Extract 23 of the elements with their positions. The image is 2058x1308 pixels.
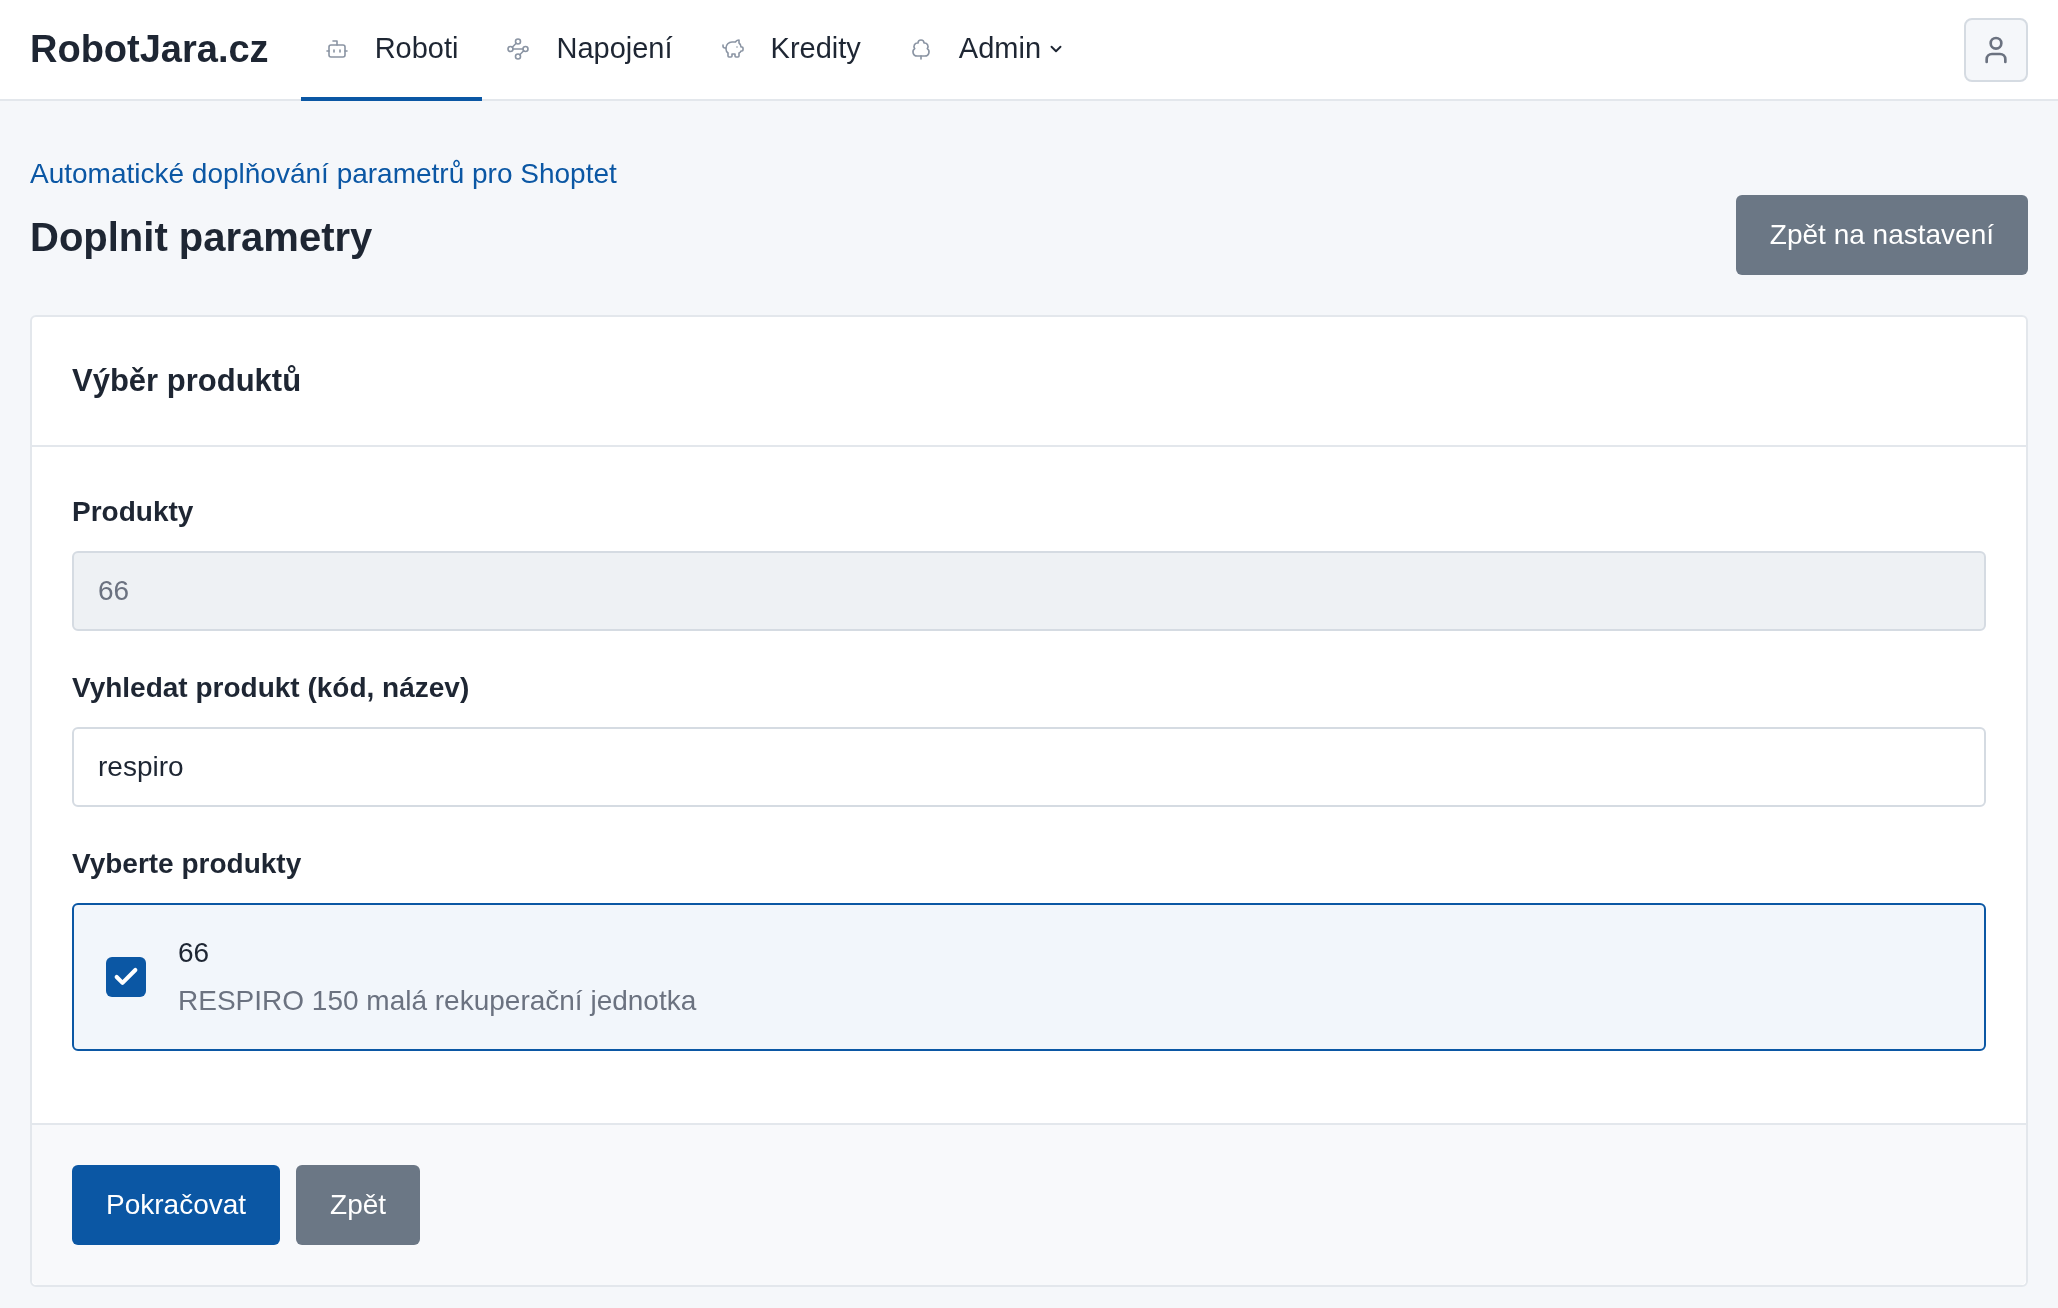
card-title: Výběr produktů bbox=[72, 361, 302, 400]
connections-icon bbox=[506, 36, 531, 61]
nav-tab[interactable]: Kredity bbox=[696, 0, 885, 101]
search-field[interactable]: respiro bbox=[72, 727, 1986, 807]
user-menu-button[interactable] bbox=[1964, 17, 2028, 82]
page-title: Doplnit parametry bbox=[30, 214, 374, 261]
nav-tab[interactable]: Admin bbox=[884, 0, 1089, 101]
product-code: 66 bbox=[178, 936, 211, 970]
back-button[interactable]: Zpět bbox=[296, 1165, 421, 1245]
breadcrumb-link[interactable]: Automatické doplňování parametrů pro Shoptet bbox=[30, 153, 617, 195]
nav-tab[interactable]: Napojení bbox=[482, 0, 697, 101]
field-label: Vyhledat produkt (kód, název) bbox=[72, 671, 471, 705]
brand-logo[interactable]: RobotJara.cz bbox=[30, 21, 269, 78]
field-label: Produkty bbox=[72, 495, 195, 529]
field-label: Vyberte produkty bbox=[72, 847, 303, 881]
product-name: RESPIRO 150 malá rekuperační jednotka bbox=[178, 984, 697, 1018]
continue-button[interactable]: Pokračovat bbox=[72, 1165, 281, 1245]
product-option[interactable]: 66 RESPIRO 150 malá rekuperační jednotka bbox=[72, 903, 1986, 1051]
back-to-settings-button[interactable]: Zpět na nastavení bbox=[1735, 195, 2028, 275]
piggy-bank-icon bbox=[720, 36, 745, 61]
products-field[interactable]: 66 bbox=[72, 551, 1986, 631]
nav-tab[interactable]: Roboti bbox=[300, 0, 483, 101]
checkbox[interactable] bbox=[106, 957, 146, 997]
